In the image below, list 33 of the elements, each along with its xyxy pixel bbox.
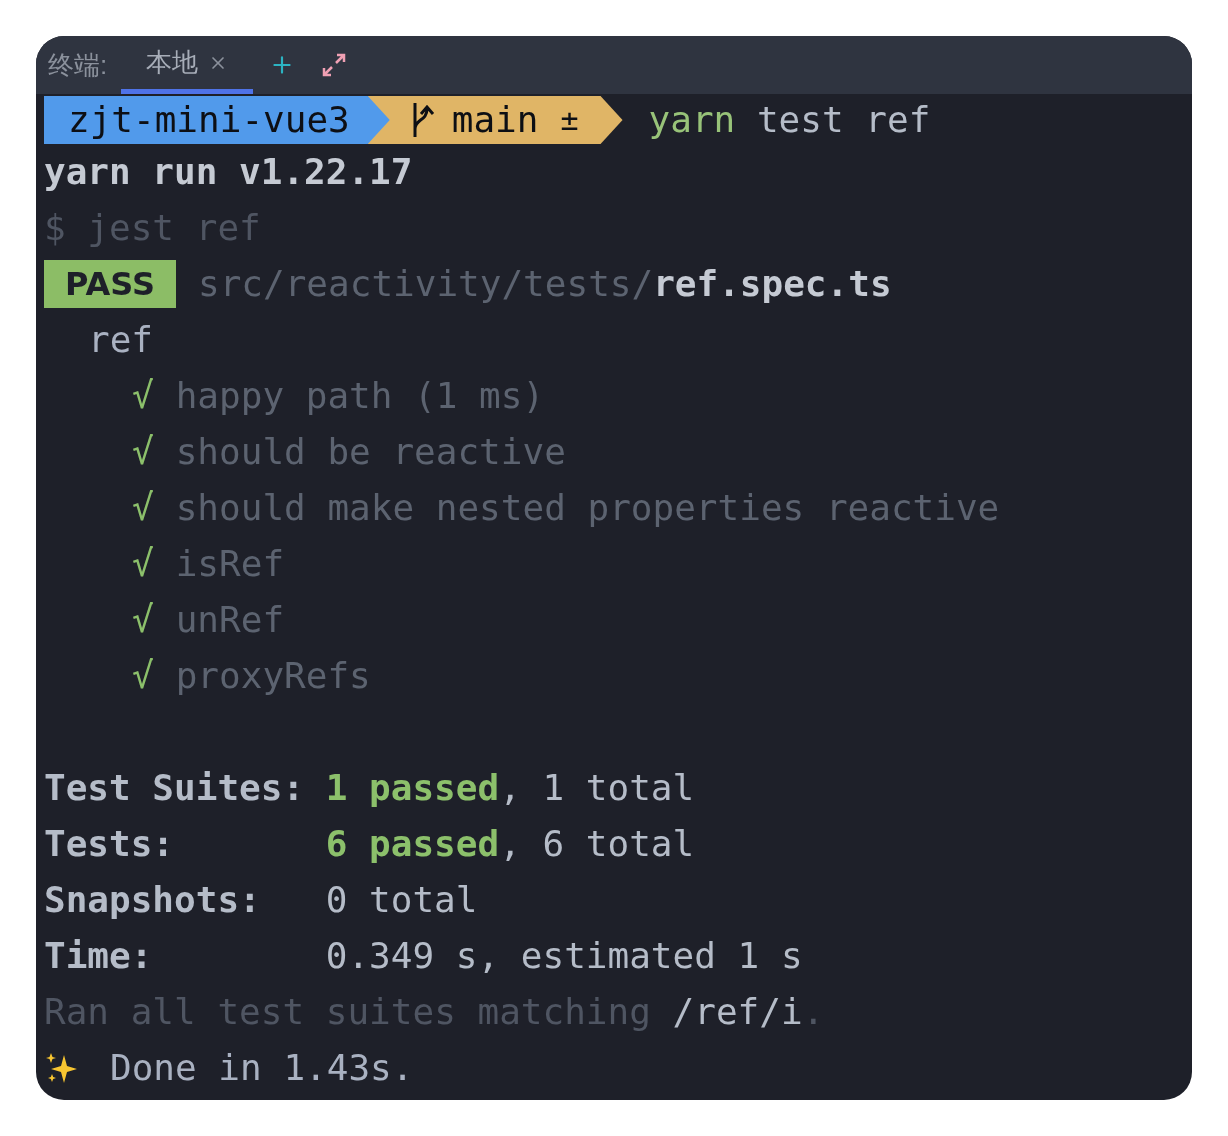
test-name: unRef [175, 598, 285, 642]
check-mark: √ [132, 654, 154, 698]
summary-label: Time: [44, 934, 154, 978]
summary-message: Ran all test suites matching /ref/i. [44, 990, 825, 1034]
terminal-label: 终端: [48, 48, 108, 82]
test-name: isRef [175, 542, 285, 586]
pass-badge: PASS [44, 260, 176, 308]
summary-label: Tests: [44, 822, 176, 866]
summary-label: Snapshots: [44, 878, 262, 922]
test-name: happy path (1 ms) [175, 374, 545, 418]
summary-label: Test Suites: [44, 766, 306, 810]
test-name: should make nested properties reactive [175, 486, 1000, 530]
check-mark: √ [132, 542, 154, 586]
summary-value: 0.349 s, estimated 1 s [325, 934, 803, 978]
command-echo: $ jest ref [44, 206, 261, 250]
check-mark: √ [132, 598, 154, 642]
check-mark: √ [132, 430, 154, 474]
suite-name: ref [88, 318, 154, 362]
branch-status: ± [560, 101, 579, 139]
test-name: should be reactive [175, 430, 566, 474]
check-mark: √ [132, 486, 154, 530]
summary-value: 0 total [325, 878, 478, 922]
typed-command: yarn test ref [648, 98, 931, 142]
output-line: yarn run v1.22.17 [44, 150, 413, 194]
done-message: Done in 1.43s. [110, 1046, 414, 1090]
prompt-directory-segment: zjt-mini-vue3 [44, 96, 390, 144]
expand-icon[interactable] [321, 52, 348, 78]
summary-value: 1 passed, 1 total [325, 766, 695, 810]
test-file-path: src/reactivity/tests/ref.spec.ts [198, 262, 892, 306]
test-name: proxyRefs [175, 654, 371, 698]
branch-name: main [451, 98, 539, 142]
check-mark: √ [132, 374, 154, 418]
summary-value: 6 passed, 6 total [325, 822, 695, 866]
